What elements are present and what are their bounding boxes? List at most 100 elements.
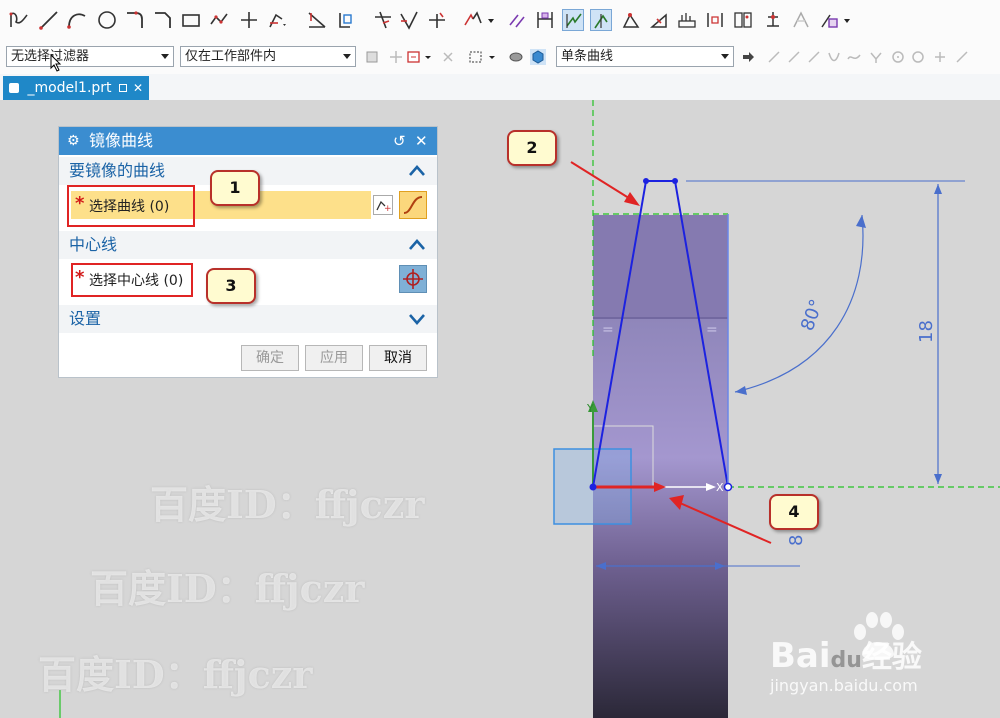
callout-3: 3 <box>206 268 256 304</box>
mirror-curve-icon[interactable] <box>462 9 484 31</box>
dropdown-arrow-icon[interactable] <box>486 9 496 31</box>
section-title: 要镜像的曲线 <box>69 161 166 180</box>
chevron-up-icon[interactable] <box>407 161 427 181</box>
circle-icon[interactable] <box>96 9 118 31</box>
chevron-up-icon[interactable] <box>407 235 427 255</box>
geometric-constraints-icon[interactable] <box>620 9 642 31</box>
apply-button[interactable]: 应用 <box>305 345 363 371</box>
line-icon[interactable] <box>38 9 60 31</box>
rapid-dimension-icon[interactable] <box>534 9 556 31</box>
tab-label: _model1.prt <box>27 80 112 96</box>
select-body-icon[interactable] <box>530 49 546 65</box>
x-axis-label: X <box>716 481 724 494</box>
tab-model1-prt[interactable]: _model1.prt ✕ <box>3 76 149 100</box>
offset-curve-icon[interactable] <box>266 9 288 31</box>
baidu-url: jingyan.baidu.com <box>770 676 918 695</box>
chamfer-icon[interactable] <box>152 9 174 31</box>
snap-point-on-curve-icon[interactable] <box>932 49 948 65</box>
auto-constrain-icon[interactable] <box>648 9 670 31</box>
snap-quadrant-icon[interactable] <box>910 49 926 65</box>
highlight-box-1 <box>67 185 195 227</box>
cancel-button[interactable]: 取消 <box>369 345 427 371</box>
snap-control-point-icon[interactable] <box>806 49 822 65</box>
gear-icon[interactable]: ⚙ <box>67 127 80 155</box>
select-center-line-button[interactable] <box>399 265 427 293</box>
reset-icon[interactable]: ↺ <box>393 127 406 155</box>
fillet-icon[interactable] <box>124 9 146 31</box>
callout-arrow-2 <box>570 161 633 201</box>
arrow-right-icon[interactable] <box>740 49 756 65</box>
quick-extend-icon[interactable] <box>398 9 420 31</box>
box-select-icon[interactable] <box>468 49 484 65</box>
mouse-cursor-icon <box>50 54 62 72</box>
dropdown-arrow-icon[interactable] <box>424 49 432 65</box>
trim-icon[interactable] <box>306 9 328 31</box>
polygon-icon[interactable] <box>208 9 230 31</box>
callout-arrowhead-2 <box>624 192 640 206</box>
dialog-title-bar[interactable]: ⚙ 镜像曲线 ↺ ✕ <box>59 127 437 155</box>
solid-body-upper[interactable] <box>593 215 728 319</box>
equal-constraint-left: = <box>602 322 614 338</box>
deselect-icon[interactable] <box>440 49 456 65</box>
point-icon[interactable] <box>238 9 260 31</box>
brand-bai: Bai <box>770 636 831 676</box>
snap-existing-point-icon[interactable] <box>868 49 884 65</box>
chevron-down-icon[interactable] <box>407 309 427 329</box>
close-icon[interactable]: ✕ <box>415 127 428 155</box>
alternate-solution-icon[interactable] <box>762 9 784 31</box>
snap-end-point-icon[interactable] <box>766 49 782 65</box>
watermark-3: 百度ID：ffjczr <box>38 652 313 697</box>
snap-arc-center-icon[interactable] <box>890 49 906 65</box>
ok-button[interactable]: 确定 <box>241 345 299 371</box>
close-icon[interactable]: ✕ <box>133 76 143 100</box>
scope-combo[interactable]: 仅在工作部件内 <box>180 46 356 67</box>
restore-icon[interactable] <box>119 84 127 92</box>
dim-width-value: 8 <box>786 535 807 546</box>
select-feature-icon[interactable] <box>406 49 422 65</box>
document-tab-bar: _model1.prt ✕ <box>0 74 1000 102</box>
dim-angle-value: 80° <box>797 297 828 334</box>
snap-curve-icon[interactable] <box>846 49 862 65</box>
dropdown-arrow-icon[interactable] <box>488 49 496 65</box>
curve-rule-button[interactable]: + <box>373 195 393 215</box>
snap-tangent-icon[interactable] <box>954 49 970 65</box>
section-settings[interactable]: 设置 <box>59 305 437 333</box>
dim-angle-arrow-bottom <box>735 386 747 395</box>
snap-point-icon[interactable] <box>388 49 404 65</box>
callout-4: 4 <box>769 494 819 530</box>
create-inferred-constraints-icon[interactable] <box>818 9 840 31</box>
section-title: 设置 <box>69 309 102 328</box>
arc-icon[interactable] <box>66 9 88 31</box>
chevron-down-icon <box>721 54 729 59</box>
rectangle-icon[interactable] <box>180 9 202 31</box>
show-constraints-icon[interactable] <box>590 9 612 31</box>
section-title: 中心线 <box>69 235 118 254</box>
curve-rule-combo[interactable]: 单条曲线 <box>556 46 734 67</box>
dropdown-arrow-icon[interactable] <box>842 9 852 31</box>
make-corner-icon[interactable] <box>426 9 448 31</box>
relations-browser-icon[interactable] <box>704 9 726 31</box>
callout-2: 2 <box>507 130 557 166</box>
crosshair-icon <box>403 269 423 289</box>
continuous-auto-dimension-icon[interactable] <box>562 9 584 31</box>
origin-point[interactable] <box>589 483 597 491</box>
project-curve-icon[interactable] <box>334 9 356 31</box>
section-center-line[interactable]: 中心线 <box>59 231 437 259</box>
select-faces-icon[interactable] <box>508 49 524 65</box>
profile-icon[interactable] <box>8 9 30 31</box>
vertex-point[interactable] <box>672 178 678 184</box>
display-all-constraints-icon[interactable] <box>676 9 698 31</box>
dim-angle-arc <box>734 214 864 393</box>
inferred-constraints-icon[interactable] <box>790 9 812 31</box>
type-filter-combo[interactable]: 无选择过滤器 <box>6 46 174 67</box>
snap-mid-point-icon[interactable] <box>786 49 802 65</box>
vertex-point[interactable] <box>643 178 649 184</box>
dimension-icon[interactable] <box>506 9 528 31</box>
convert-reference-icon[interactable] <box>732 9 754 31</box>
snap-intersection-icon[interactable] <box>826 49 842 65</box>
filter-settings-icon[interactable] <box>364 49 380 65</box>
end-point[interactable] <box>723 482 733 492</box>
select-curve-button[interactable] <box>399 191 427 219</box>
quick-trim-icon[interactable] <box>372 9 394 31</box>
highlight-box-3 <box>71 263 193 297</box>
